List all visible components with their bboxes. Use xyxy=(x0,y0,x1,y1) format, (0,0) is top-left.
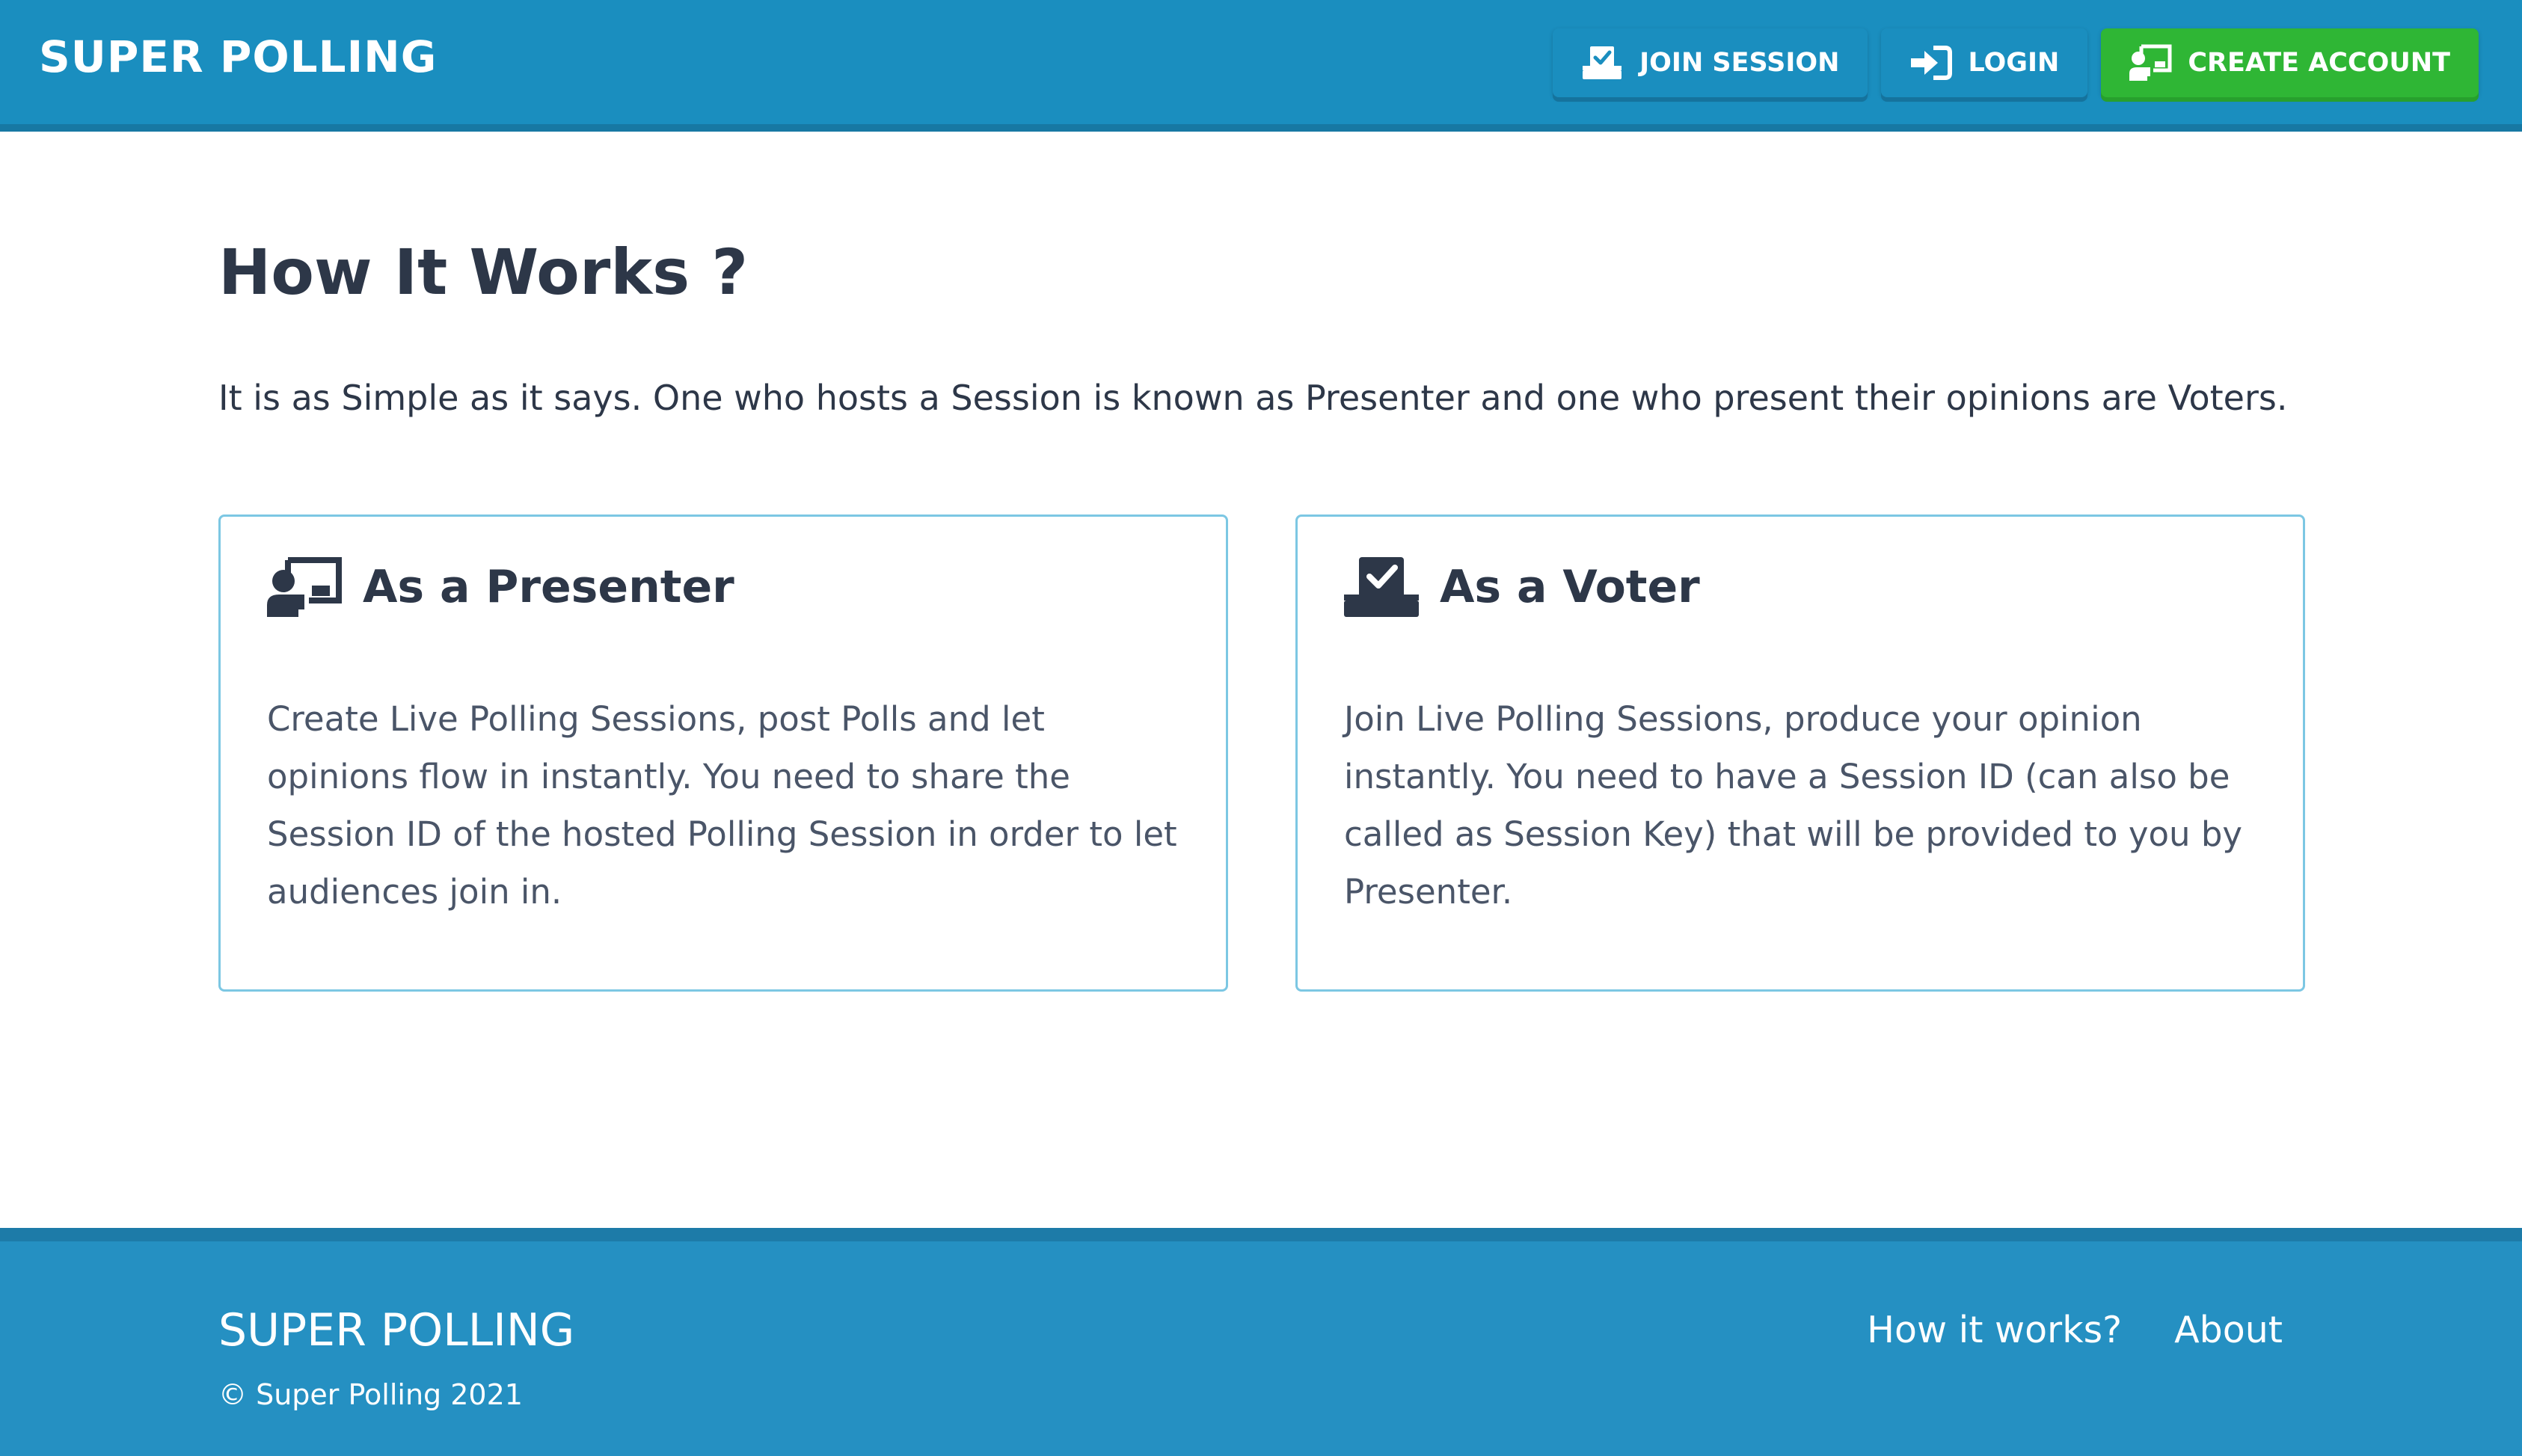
presenter-card-text: Create Live Polling Sessions, post Polls… xyxy=(267,699,1177,912)
footer-links: How it works? About xyxy=(1867,1306,2283,1355)
header-nav: JOIN SESSION LOGIN CREATE ACCOUNT xyxy=(1553,28,2479,97)
create-account-label: CREATE ACCOUNT xyxy=(2188,48,2450,78)
voter-card-title: As a Voter xyxy=(1440,561,1700,613)
footer: SUPER POLLING © Super Polling 2021 How i… xyxy=(0,1228,2522,1456)
page-title: How It Works ? xyxy=(218,236,749,309)
presenter-icon xyxy=(266,556,343,618)
footer-brand: SUPER POLLING xyxy=(218,1304,575,1357)
voter-card: As a Voter Join Live Polling Sessions, p… xyxy=(1295,514,2305,992)
create-account-button[interactable]: CREATE ACCOUNT xyxy=(2101,28,2479,97)
top-navbar: SUPER POLLING JOIN SESSION LOGIN CREATE … xyxy=(0,0,2522,132)
login-label: LOGIN xyxy=(1968,48,2060,78)
voter-card-header: As a Voter xyxy=(1343,556,1700,618)
footer-copyright: © Super Polling 2021 xyxy=(218,1378,523,1411)
presenter-card: As a Presenter Create Live Polling Sessi… xyxy=(218,514,1228,992)
voter-card-text: Join Live Polling Sessions, produce your… xyxy=(1344,699,2243,912)
presenter-card-header: As a Presenter xyxy=(266,556,734,618)
presenter-icon xyxy=(2128,43,2173,82)
vote-box-icon xyxy=(1580,43,1624,82)
sign-in-icon xyxy=(1908,43,1953,82)
footer-link-how-it-works[interactable]: How it works? xyxy=(1867,1306,2122,1355)
presenter-card-title: As a Presenter xyxy=(363,561,734,613)
footer-link-about[interactable]: About xyxy=(2174,1306,2283,1355)
vote-box-icon xyxy=(1343,556,1420,618)
intro-text: It is as Simple as it says. One who host… xyxy=(218,378,2288,418)
login-button[interactable]: LOGIN xyxy=(1881,28,2088,97)
join-session-button[interactable]: JOIN SESSION xyxy=(1553,28,1868,97)
brand-logo[interactable]: SUPER POLLING xyxy=(39,30,437,84)
join-session-label: JOIN SESSION xyxy=(1639,48,1840,78)
